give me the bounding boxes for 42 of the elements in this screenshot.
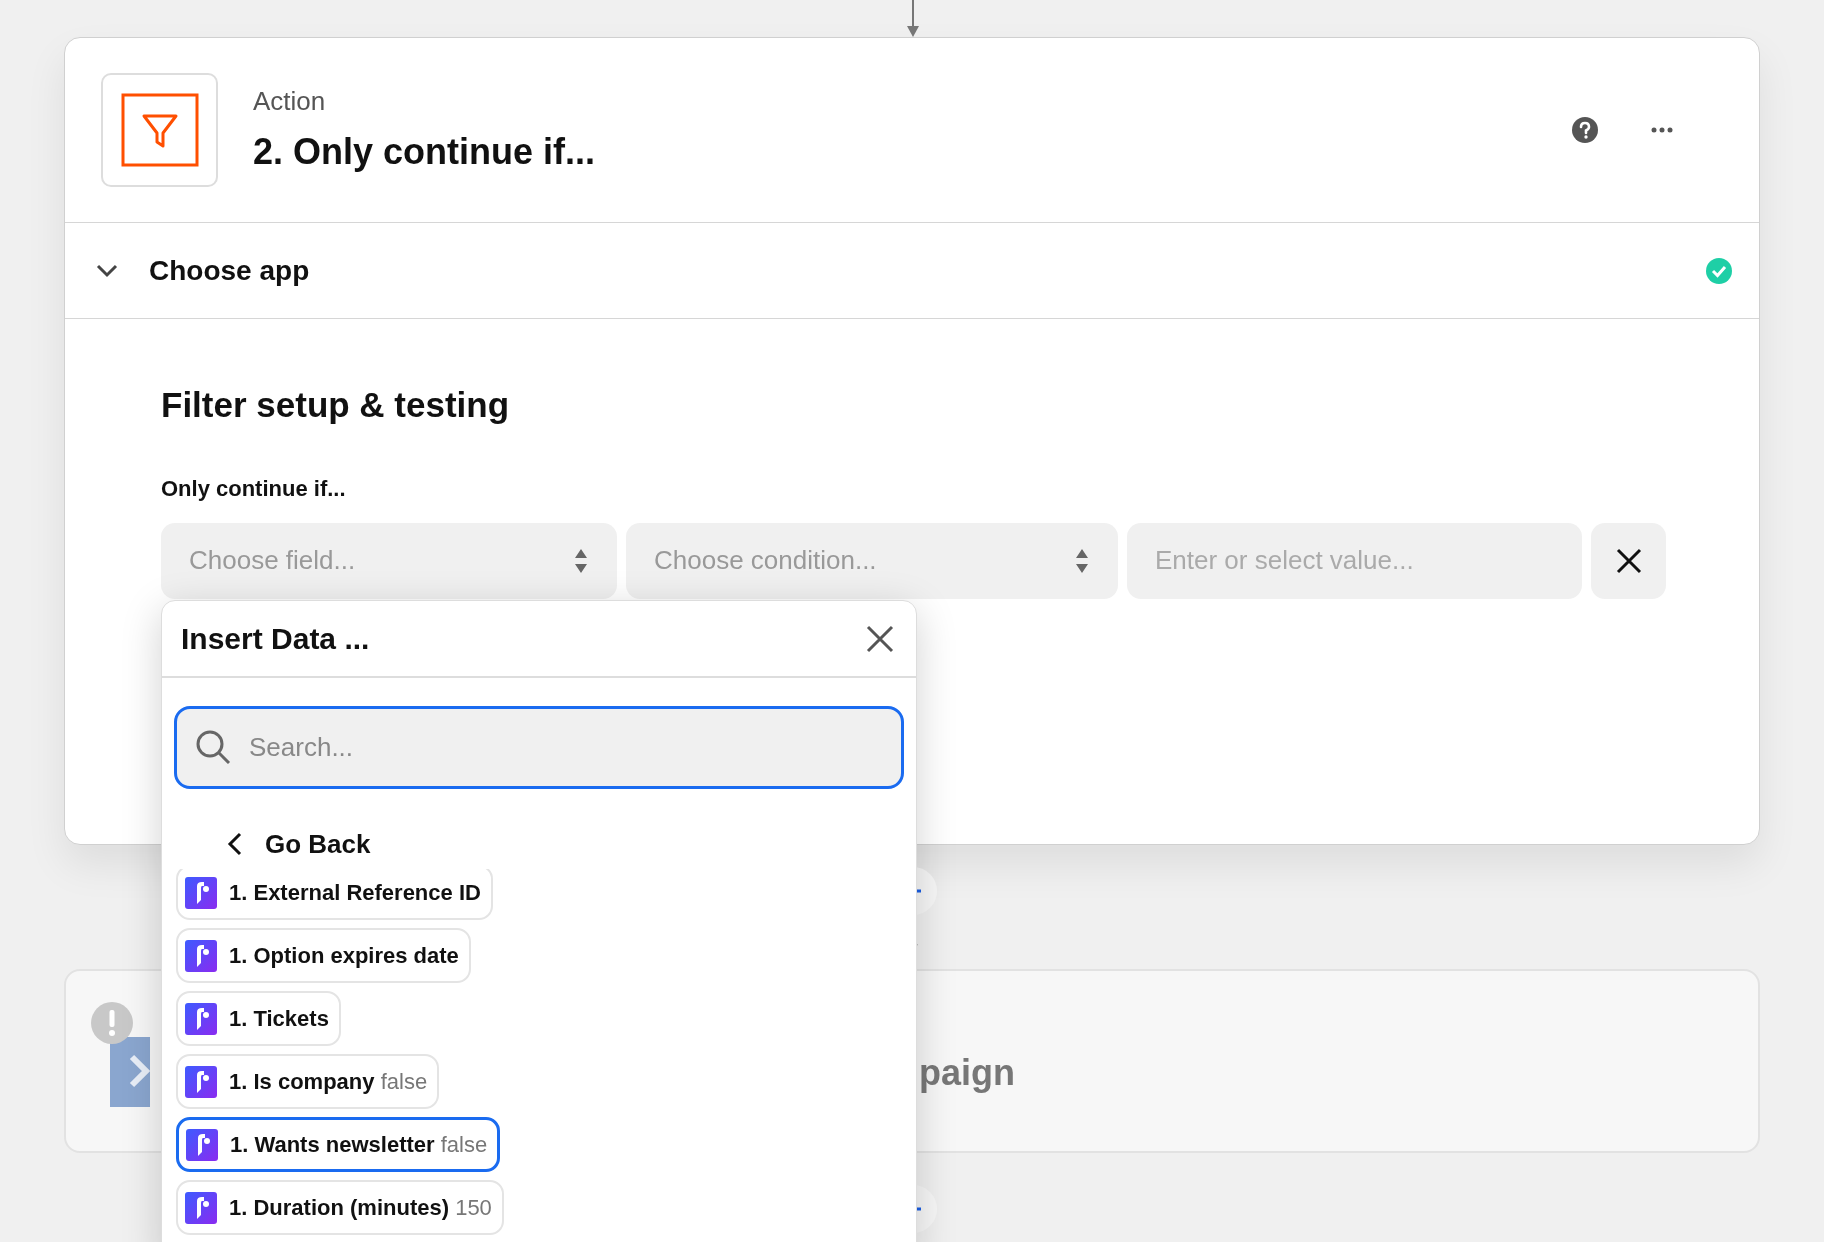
item-value: 150 bbox=[455, 1195, 492, 1220]
section-header[interactable]: Choose app bbox=[65, 223, 1759, 319]
app-logo-icon bbox=[185, 939, 217, 972]
app-logo-icon bbox=[185, 1002, 217, 1035]
step-type-label: Action bbox=[253, 84, 327, 118]
close-icon bbox=[866, 624, 894, 653]
item-label: 1. Duration (minutes) bbox=[229, 1195, 449, 1220]
section-heading: Filter setup & testing bbox=[161, 384, 511, 426]
data-item[interactable]: 1. Duration (minutes) 150 bbox=[176, 1180, 504, 1235]
app-icon bbox=[110, 1037, 150, 1107]
item-value: false bbox=[380, 1069, 428, 1094]
app-logo-icon bbox=[185, 1065, 217, 1098]
search-icon bbox=[194, 728, 232, 766]
step-title: paign bbox=[919, 1051, 1015, 1095]
app-logo-icon bbox=[185, 876, 217, 909]
data-item[interactable]: 1. External Reference ID bbox=[176, 869, 493, 920]
close-icon bbox=[1615, 547, 1642, 574]
item-label: 1. Wants newsletter bbox=[230, 1132, 435, 1157]
remove-button[interactable] bbox=[1591, 522, 1666, 599]
data-item[interactable]: 1. Tickets bbox=[176, 991, 341, 1046]
data-item[interactable]: 1. Option expires date bbox=[176, 928, 471, 983]
step-title: 2. Only continue if... bbox=[253, 129, 596, 174]
data-item[interactable]: 1. Wants newsletter false bbox=[176, 1117, 501, 1172]
panel-title: Insert Data ... bbox=[181, 621, 370, 657]
connector-arrow bbox=[905, 0, 921, 38]
item-label: 1. External Reference ID bbox=[229, 880, 481, 905]
search-field[interactable]: Search... bbox=[174, 706, 904, 789]
app-logo-icon bbox=[186, 1128, 218, 1161]
section-title: Choose app bbox=[149, 253, 310, 288]
chevron-left-icon bbox=[227, 832, 243, 856]
filter-label: Only continue if... bbox=[161, 474, 347, 503]
data-item[interactable]: 1. Is company false bbox=[176, 1054, 440, 1109]
back-button[interactable]: Go Back bbox=[227, 819, 371, 869]
item-value: false bbox=[440, 1132, 488, 1157]
item-label: 1. Option expires date bbox=[229, 943, 459, 968]
help-icon[interactable] bbox=[1571, 116, 1599, 144]
value-input[interactable]: Enter or select value... bbox=[1127, 522, 1582, 599]
item-label: 1. Is company bbox=[229, 1069, 375, 1094]
filter-app-icon bbox=[101, 73, 218, 187]
item-label: 1. Tickets bbox=[229, 1006, 329, 1031]
app-logo-icon bbox=[185, 1191, 217, 1224]
more-icon[interactable] bbox=[1651, 127, 1673, 133]
